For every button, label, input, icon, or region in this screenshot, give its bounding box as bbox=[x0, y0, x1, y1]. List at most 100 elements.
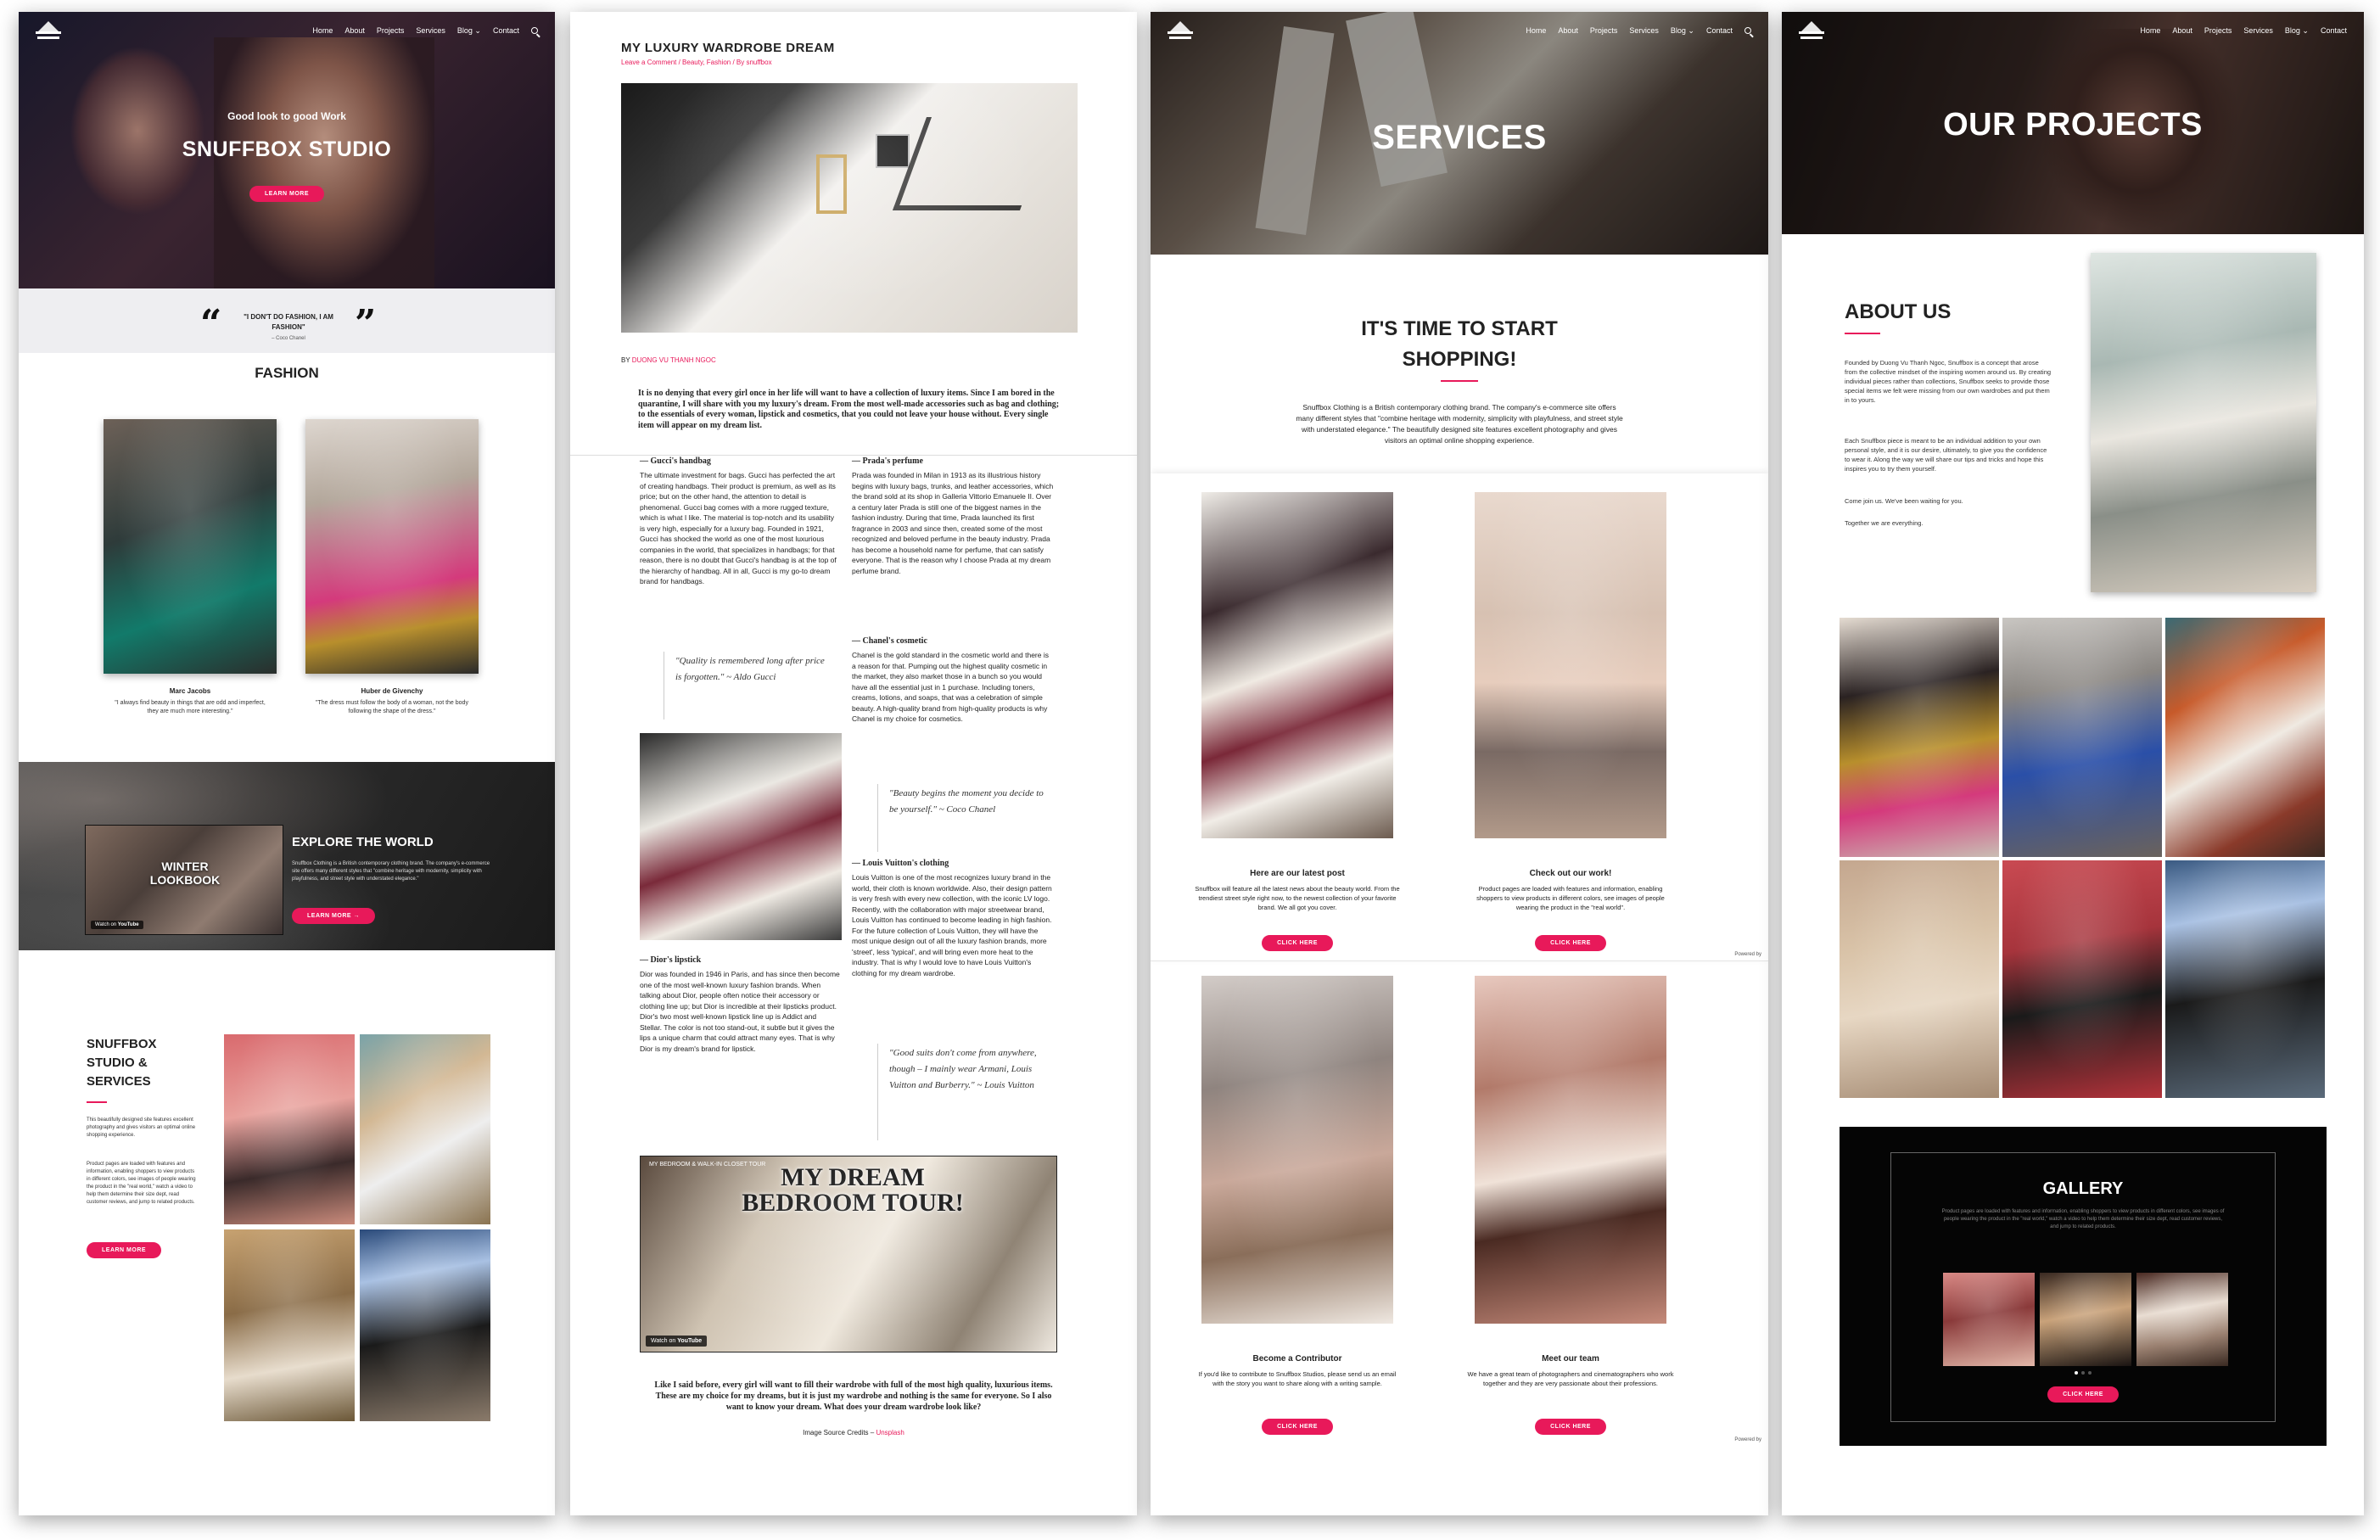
watch-on-youtube[interactable]: Watch on YouTube bbox=[646, 1336, 708, 1347]
gallery-title: GALLERY bbox=[2042, 1179, 2124, 1198]
nav-projects[interactable]: Projects bbox=[2204, 26, 2232, 35]
fashion-title: FASHION bbox=[255, 365, 319, 381]
studio-photo-2 bbox=[360, 1034, 490, 1224]
search-icon[interactable] bbox=[531, 27, 538, 34]
chanel-heading: — Chanel's cosmetic bbox=[852, 636, 927, 646]
project-photo-3 bbox=[2165, 618, 2325, 857]
crown-logo-icon[interactable] bbox=[1799, 20, 1824, 41]
about-title: ABOUT US bbox=[1845, 300, 1952, 323]
crown-logo-icon[interactable] bbox=[1168, 20, 1193, 41]
byline: BY DUONG VU THANH NGOC bbox=[621, 356, 716, 364]
nav-contact[interactable]: Contact bbox=[1706, 26, 1733, 35]
bedroom-tour-video[interactable]: MY BEDROOM & WALK-IN CLOSET TOUR MY DREA… bbox=[640, 1156, 1057, 1352]
open-quote-icon: “ bbox=[200, 302, 222, 345]
post-title: MY LUXURY WARDROBE DREAM bbox=[621, 41, 835, 55]
prada-heading: — Prada's perfume bbox=[852, 456, 923, 466]
nav-contact[interactable]: Contact bbox=[2321, 26, 2347, 35]
dior-text: Dior was founded in 1946 in Paris, and h… bbox=[640, 970, 840, 1053]
gallery-click-here-button[interactable]: CLICK HERE bbox=[2047, 1386, 2119, 1403]
home-hero: Good look to good Work SNUFFBOX STUDIO L… bbox=[19, 12, 555, 288]
video-channel: MY BEDROOM & WALK-IN CLOSET TOUR bbox=[649, 1162, 766, 1168]
nav-blog[interactable]: Blog ⌄ bbox=[1671, 26, 1694, 36]
search-icon[interactable] bbox=[1744, 27, 1751, 34]
chanel-quote: "Beauty begins the moment you decide to … bbox=[889, 788, 1044, 815]
gucci-quote: "Quality is remembered long after price … bbox=[675, 656, 825, 682]
watch-on-youtube[interactable]: Watch on YouTube bbox=[91, 921, 143, 929]
projects-title: OUR PROJECTS bbox=[1943, 107, 2203, 143]
card-text: If you'd like to contribute to Snuffbox … bbox=[1198, 1370, 1397, 1387]
project-photo-2 bbox=[2002, 618, 2162, 857]
card-text: We have a great team of photographers an… bbox=[1467, 1370, 1674, 1387]
services-page-panel: SERVICES Home About Projects Services Bl… bbox=[1151, 12, 1768, 1515]
explore-title: EXPLORE THE WORLD bbox=[292, 835, 434, 849]
blog-post-panel: MY LUXURY WARDROBE DREAM Leave a Comment… bbox=[570, 12, 1137, 1515]
lv-heading: — Louis Vuitton's clothing bbox=[852, 859, 949, 868]
our-work-button[interactable]: CLICK HERE bbox=[1535, 935, 1606, 951]
card-text: "The dress must follow the body of a wom… bbox=[316, 700, 468, 714]
nav-home[interactable]: Home bbox=[2140, 26, 2160, 35]
top-nav: Home About Projects Services Blog ⌄ Cont… bbox=[19, 12, 555, 49]
armani-quote: "Good suits don't come from anywhere, th… bbox=[889, 1048, 1037, 1090]
team-button[interactable]: CLICK HERE bbox=[1535, 1419, 1606, 1435]
nav-about[interactable]: About bbox=[344, 26, 365, 35]
nav-contact[interactable]: Contact bbox=[493, 26, 519, 35]
crown-logo-icon[interactable] bbox=[36, 20, 61, 41]
gallery-pager[interactable] bbox=[1840, 1371, 2327, 1375]
unsplash-link[interactable]: Unsplash bbox=[876, 1429, 904, 1436]
contributor-button[interactable]: CLICK HERE bbox=[1262, 1419, 1333, 1435]
close-quote-icon: ” bbox=[355, 302, 377, 345]
gucci-text: The ultimate investment for bags. Gucci … bbox=[640, 471, 837, 585]
about-photo bbox=[2091, 253, 2316, 592]
gallery-photo-3[interactable] bbox=[2136, 1273, 2228, 1366]
about-p3: Come join us. We've been waiting for you… bbox=[1845, 497, 1963, 505]
about-p4: Together we are everything. bbox=[1845, 519, 1924, 527]
hero-portrait-photo bbox=[214, 37, 434, 288]
dior-heading: — Dior's lipstick bbox=[640, 955, 702, 965]
explore-learn-more-button[interactable]: LEARN MORE → bbox=[292, 908, 375, 924]
video-title: MY DREAM BEDROOM TOUR! bbox=[742, 1163, 964, 1217]
shopping-title: IT'S TIME TO START SHOPPING! bbox=[1361, 317, 1558, 371]
team-photo bbox=[1475, 976, 1666, 1324]
latest-post-button[interactable]: CLICK HERE bbox=[1262, 935, 1333, 951]
nav-about[interactable]: About bbox=[2172, 26, 2192, 35]
nav-blog[interactable]: Blog ⌄ bbox=[2285, 26, 2309, 36]
project-photo-5 bbox=[2002, 860, 2162, 1098]
intro-paragraph: It is no denying that every girl once in… bbox=[638, 389, 1060, 430]
marc-jacobs-photo bbox=[104, 419, 277, 674]
title-divider bbox=[1441, 380, 1478, 382]
gallery-text: Product pages are loaded with features a… bbox=[1941, 1209, 2225, 1229]
nav-services[interactable]: Services bbox=[416, 26, 445, 35]
studio-photo-1 bbox=[224, 1034, 355, 1224]
card-title: Here are our latest post bbox=[1250, 869, 1345, 878]
hero-learn-more-button[interactable]: LEARN MORE bbox=[249, 186, 325, 202]
powered-by: Powered by bbox=[1734, 952, 1761, 957]
card-text: Product pages are loaded with features a… bbox=[1476, 885, 1665, 911]
nav-about[interactable]: About bbox=[1558, 26, 1578, 35]
card-name: Huber de Givenchy bbox=[361, 687, 423, 695]
nav-blog[interactable]: Blog ⌄ bbox=[457, 26, 481, 36]
gallery-photo-2[interactable] bbox=[2040, 1273, 2131, 1366]
studio-text-2: Product pages are loaded with features a… bbox=[87, 1162, 196, 1205]
nav-projects[interactable]: Projects bbox=[1590, 26, 1618, 35]
nav-services[interactable]: Services bbox=[2243, 26, 2273, 35]
nav-projects[interactable]: Projects bbox=[377, 26, 405, 35]
video-title: WINTER LOOKBOOK bbox=[149, 860, 221, 887]
studio-text-1: This beautifully designed site features … bbox=[87, 1117, 196, 1138]
title-divider bbox=[1845, 333, 1880, 334]
project-photo-1 bbox=[1840, 618, 1999, 857]
studio-learn-more-button[interactable]: LEARN MORE bbox=[87, 1242, 162, 1258]
nav-home[interactable]: Home bbox=[1526, 26, 1546, 35]
explore-section: WINTER LOOKBOOK Watch on YouTube EXPLORE… bbox=[19, 762, 555, 950]
studio-photo-3 bbox=[224, 1229, 355, 1421]
nav-services[interactable]: Services bbox=[1629, 26, 1659, 35]
top-nav: Home About Projects Services Blog ⌄ Cont… bbox=[1782, 12, 2364, 49]
our-work-photo bbox=[1475, 492, 1666, 838]
post-meta[interactable]: Leave a Comment / Beauty, Fashion / By s… bbox=[621, 59, 772, 66]
gallery-photo-1[interactable] bbox=[1943, 1273, 2035, 1366]
lookbook-video[interactable]: WINTER LOOKBOOK Watch on YouTube bbox=[85, 825, 283, 935]
chanel-text: Chanel is the gold standard in the cosme… bbox=[852, 651, 1049, 723]
services-intro: Snuffbox Clothing is a British contempor… bbox=[1296, 403, 1623, 445]
givenchy-photo bbox=[305, 419, 479, 674]
nav-home[interactable]: Home bbox=[312, 26, 333, 35]
hero-subtitle: Good look to good Work bbox=[227, 110, 346, 122]
